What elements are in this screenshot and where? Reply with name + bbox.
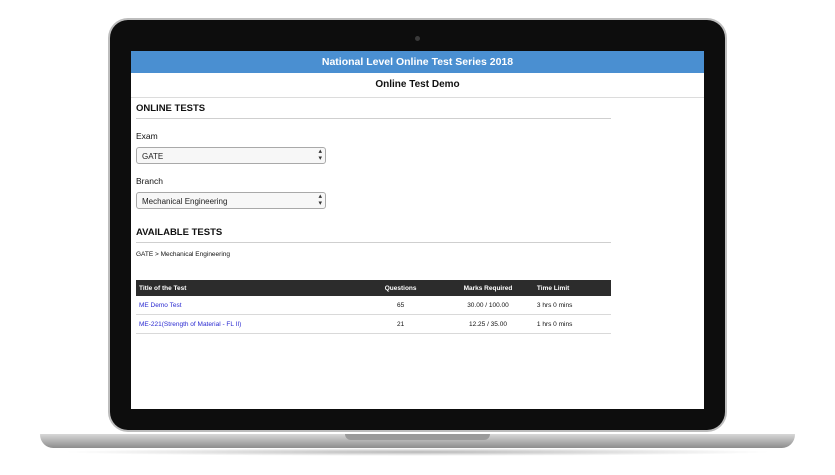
exam-select-value: GATE [142, 152, 164, 161]
available-tests-heading: AVAILABLE TESTS [136, 227, 611, 243]
table-row: ME-221(Strength of Material - FL II) 21 … [136, 314, 611, 334]
test-link[interactable]: ME-221(Strength of Material - FL II) [139, 321, 241, 328]
tests-table: Title of the Test Questions Marks Requir… [136, 280, 611, 334]
table-row: ME Demo Test 65 30.00 / 100.00 3 hrs 0 m… [136, 296, 611, 315]
column-header-marks: Marks Required [463, 284, 513, 292]
marks-cell: 12.25 / 35.00 [442, 314, 534, 334]
test-link[interactable]: ME Demo Test [139, 302, 182, 309]
branch-select-value: Mechanical Engineering [142, 197, 228, 206]
breadcrumb: GATE > Mechanical Engineering [136, 251, 230, 258]
webcam-icon [415, 36, 420, 41]
branch-select[interactable]: Mechanical Engineering ▴ ▾ [136, 192, 326, 209]
column-header-title: Title of the Test [139, 284, 187, 292]
laptop-notch [345, 434, 490, 440]
browser-screen: National Level Online Test Series 2018 O… [131, 51, 704, 409]
select-arrows-icon: ▴ ▾ [318, 148, 322, 162]
branch-label: Branch [136, 176, 163, 186]
select-arrows-icon: ▴ ▾ [318, 193, 322, 207]
main-content: ONLINE TESTS Exam GATE ▴ ▾ Branch Mechani… [136, 97, 611, 334]
exam-label: Exam [136, 131, 158, 141]
exam-select[interactable]: GATE ▴ ▾ [136, 147, 326, 164]
questions-cell: 21 [359, 314, 443, 334]
table-header-row: Title of the Test Questions Marks Requir… [136, 280, 611, 296]
column-header-questions: Questions [384, 284, 417, 292]
online-tests-heading: ONLINE TESTS [136, 103, 611, 119]
site-header: National Level Online Test Series 2018 [131, 51, 704, 73]
time-cell: 3 hrs 0 mins [533, 296, 611, 315]
marks-cell: 30.00 / 100.00 [442, 296, 534, 315]
time-cell: 1 hrs 0 mins [533, 314, 611, 334]
page-title: Online Test Demo [131, 73, 704, 98]
questions-cell: 65 [359, 296, 443, 315]
column-header-time: Time Limit [536, 284, 570, 292]
laptop-shadow [60, 448, 775, 456]
